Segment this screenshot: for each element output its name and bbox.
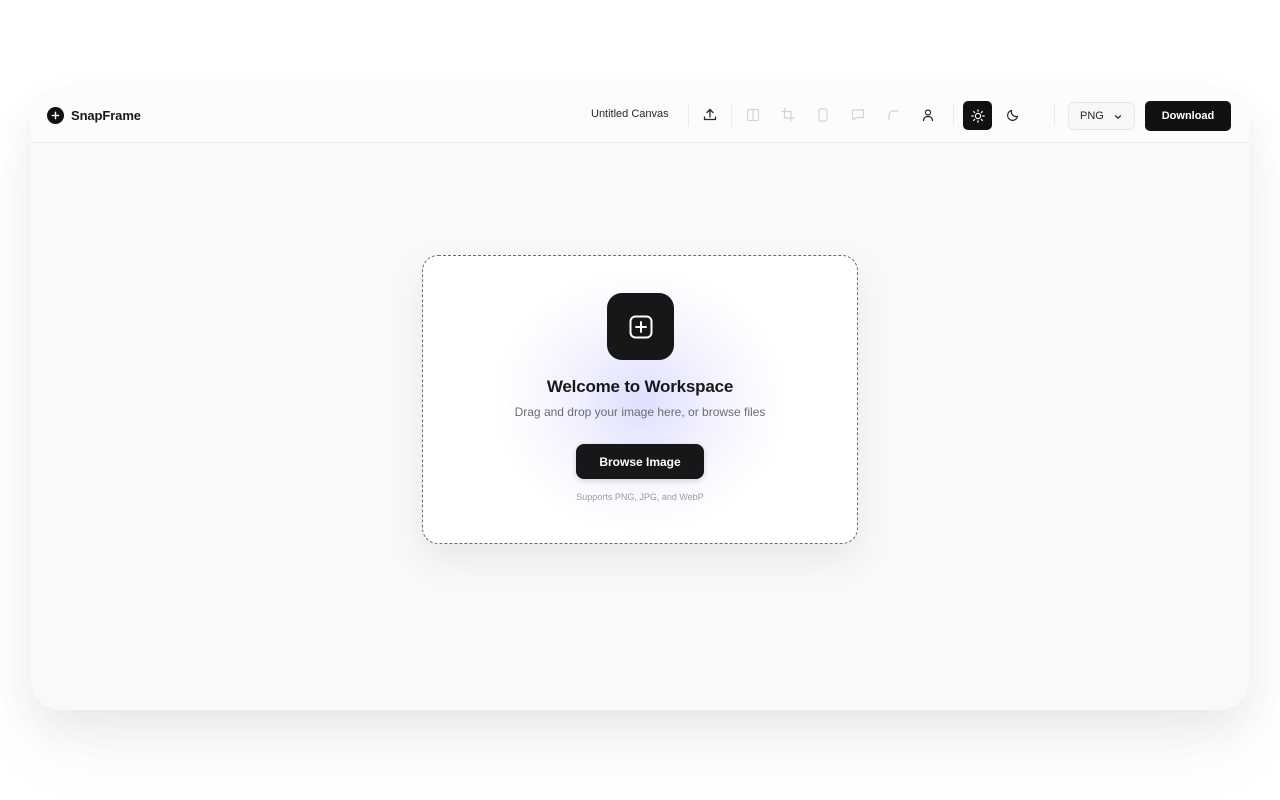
device-frame-icon[interactable] — [811, 103, 835, 127]
moon-icon[interactable] — [1001, 103, 1025, 127]
browse-image-button[interactable]: Browse Image — [576, 444, 704, 479]
canvas-title[interactable]: Untitled Canvas — [591, 108, 669, 120]
upload-icon[interactable] — [698, 103, 722, 127]
divider — [688, 104, 689, 126]
corner-radius-icon[interactable] — [881, 103, 905, 127]
dropzone-title: Welcome to Workspace — [546, 377, 734, 396]
download-button[interactable]: Download — [1145, 101, 1231, 131]
chevron-down-icon — [1114, 112, 1122, 124]
image-dropzone[interactable]: Welcome to Workspace Drag and drop your … — [422, 255, 858, 544]
app-window: SnapFrame Untitled Canvas PNG Download W… — [31, 88, 1249, 710]
supported-formats-note: Supports PNG, JPG, and WebP — [576, 492, 704, 502]
format-select-value: PNG — [1080, 110, 1104, 122]
divider — [1054, 104, 1055, 126]
split-view-icon[interactable] — [741, 103, 765, 127]
brand[interactable]: SnapFrame — [47, 107, 141, 124]
logo-plus-icon — [47, 107, 64, 124]
sun-icon[interactable] — [963, 101, 992, 130]
add-image-icon — [607, 293, 674, 360]
dropzone-subtitle: Drag and drop your image here, or browse… — [514, 405, 766, 419]
top-toolbar: SnapFrame Untitled Canvas PNG Download — [31, 88, 1249, 143]
user-icon[interactable] — [916, 103, 940, 127]
comment-icon[interactable] — [846, 103, 870, 127]
app-name: SnapFrame — [71, 108, 141, 123]
divider — [731, 104, 732, 126]
divider — [953, 104, 954, 126]
crop-icon[interactable] — [776, 103, 800, 127]
format-select[interactable]: PNG — [1068, 102, 1135, 130]
